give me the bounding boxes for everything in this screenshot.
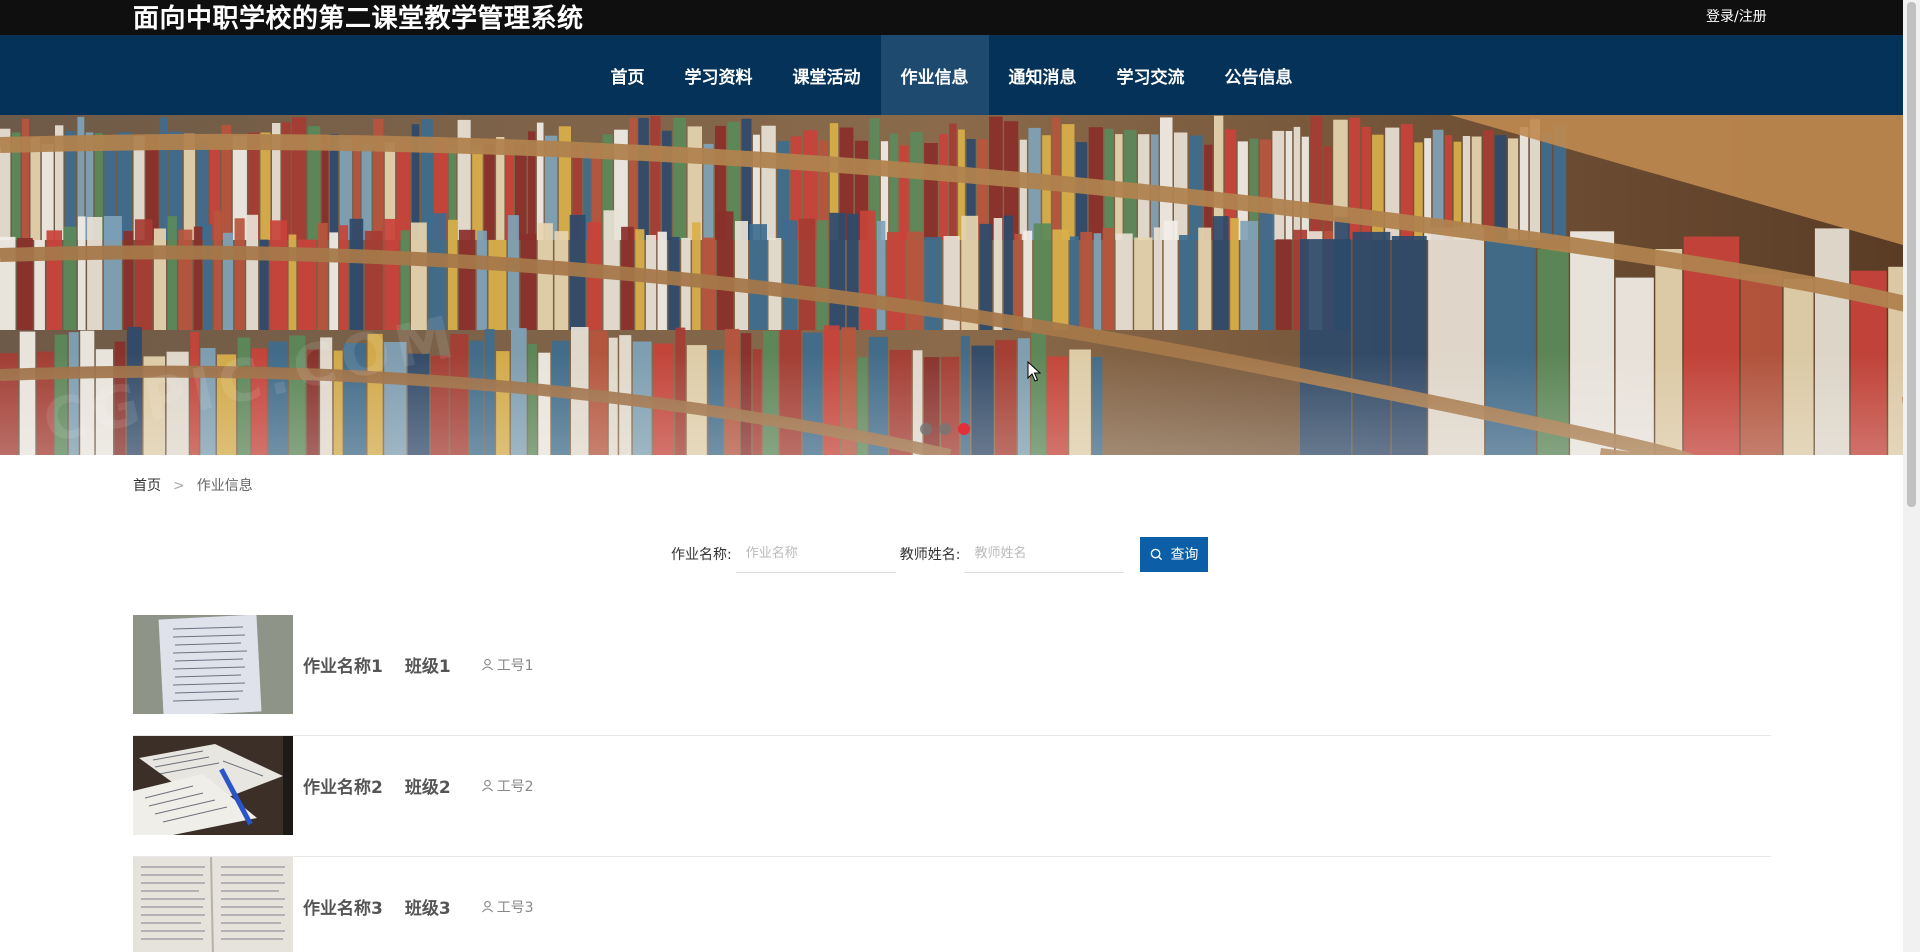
user-icon xyxy=(481,900,493,913)
user-icon xyxy=(481,658,493,671)
list-item[interactable]: 作业名称3 班级3 工号3 xyxy=(133,857,1771,952)
teacher-id-text: 工号3 xyxy=(496,899,534,916)
nav-item-home[interactable]: 首页 xyxy=(591,35,665,115)
teacher-name-input[interactable] xyxy=(964,535,1125,573)
breadcrumb-separator: > xyxy=(173,478,185,494)
homework-name[interactable]: 作业名称3 xyxy=(303,894,383,919)
homework-name[interactable]: 作业名称1 xyxy=(303,652,383,677)
breadcrumb: 首页 > 作业信息 xyxy=(133,477,253,495)
class-name: 班级1 xyxy=(404,657,451,677)
handwritten-pages-image xyxy=(133,857,293,952)
nav-item-study-materials[interactable]: 学习资料 xyxy=(665,35,773,115)
list-item[interactable]: 作业名称1 班级1 工号1 xyxy=(133,615,1771,736)
main-navigation: 首页 学习资料 课堂活动 作业信息 通知消息 学习交流 公告信息 xyxy=(0,35,1903,115)
breadcrumb-current: 作业信息 xyxy=(196,478,253,494)
homework-thumbnail[interactable] xyxy=(133,736,293,835)
homework-name-input[interactable] xyxy=(735,535,896,573)
search-button[interactable]: 查询 xyxy=(1140,536,1209,572)
nav-list: 首页 学习资料 课堂活动 作业信息 通知消息 学习交流 公告信息 xyxy=(0,35,1903,115)
page-scrollbar[interactable] xyxy=(1903,0,1920,952)
teacher-id-text: 工号2 xyxy=(496,778,534,795)
site-title: 面向中职学校的第二课堂教学管理系统 xyxy=(133,4,584,34)
list-item-text: 作业名称2 班级2 工号2 xyxy=(303,736,534,835)
nav-item-homework-info[interactable]: 作业信息 xyxy=(880,35,989,115)
login-register-link[interactable]: 登录/注册 xyxy=(1706,8,1767,26)
handwritten-notebook-image xyxy=(133,615,293,714)
nav-item-announcements[interactable]: 公告信息 xyxy=(1205,35,1313,115)
carousel-dot-1[interactable] xyxy=(920,423,932,435)
teacher-id: 工号3 xyxy=(481,897,534,917)
carousel-indicators xyxy=(920,423,970,435)
mouse-cursor-icon xyxy=(1027,361,1041,382)
homework-name-label: 作业名称: xyxy=(671,547,732,563)
teacher-name-label: 教师姓名: xyxy=(899,547,961,563)
carousel-dot-2[interactable] xyxy=(939,423,951,435)
banner-carousel[interactable]: CGPIC.COM xyxy=(0,115,1903,455)
list-item[interactable]: 作业名称2 班级2 工号2 xyxy=(133,736,1771,857)
search-form: 作业名称: 教师姓名: 查询 xyxy=(671,535,1209,573)
nav-item-notifications[interactable]: 通知消息 xyxy=(989,35,1097,115)
homework-name[interactable]: 作业名称2 xyxy=(303,773,383,798)
top-bar: 面向中职学校的第二课堂教学管理系统 登录/注册 xyxy=(0,0,1903,35)
search-icon xyxy=(1151,548,1163,560)
list-item-text: 作业名称3 班级3 工号3 xyxy=(303,857,534,952)
search-button-label: 查询 xyxy=(1170,547,1199,563)
homework-list: 作业名称1 班级1 工号1 作业名称2 班级2 工号2 作业名称3 班级3 工号… xyxy=(133,615,1771,952)
teacher-id-text: 工号1 xyxy=(496,657,534,674)
nav-item-class-activities[interactable]: 课堂活动 xyxy=(773,35,881,115)
open-workbook-image xyxy=(133,736,293,835)
class-name: 班级3 xyxy=(404,899,451,919)
nav-item-study-exchange[interactable]: 学习交流 xyxy=(1097,35,1205,115)
teacher-id: 工号1 xyxy=(481,655,534,675)
homework-thumbnail[interactable] xyxy=(133,615,293,714)
breadcrumb-home-link[interactable]: 首页 xyxy=(133,477,161,495)
carousel-dot-3[interactable] xyxy=(958,423,970,435)
user-icon xyxy=(481,779,493,792)
list-item-text: 作业名称1 班级1 工号1 xyxy=(303,615,534,714)
homework-thumbnail[interactable] xyxy=(133,857,293,952)
teacher-id: 工号2 xyxy=(481,776,534,796)
class-name: 班级2 xyxy=(404,778,451,798)
scrollbar-thumb[interactable] xyxy=(1907,2,1916,507)
